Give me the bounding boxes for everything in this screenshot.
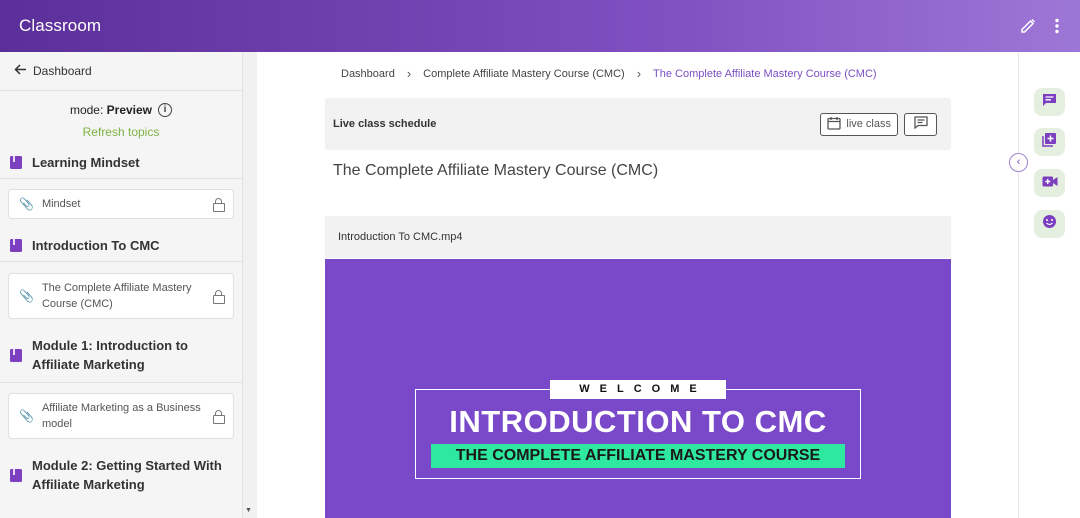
add-note-button[interactable] — [1034, 128, 1065, 156]
add-note-icon — [1042, 132, 1057, 152]
sidebar-lesson-affiliate-business-model[interactable]: 📎 Affiliate Marketing as a Business mode… — [8, 393, 234, 439]
video-welcome-label: WELCOME — [550, 380, 726, 399]
live-class-schedule-bar: Live class schedule live class — [325, 98, 951, 150]
app-header: Classroom — [0, 0, 1080, 52]
section-label: Learning Mindset — [32, 155, 140, 170]
emoji-button[interactable] — [1034, 210, 1065, 238]
sidebar-section-module-1[interactable]: Module 1: Introduction to Affiliate Mark… — [0, 319, 242, 383]
lesson-label: Affiliate Marketing as a Business model — [41, 402, 201, 430]
lock-icon — [213, 198, 225, 212]
chat-button[interactable] — [1034, 88, 1065, 116]
mode-label: mode: — [69, 103, 104, 117]
app-title: Classroom — [19, 16, 102, 35]
attachment-icon: 📎 — [19, 289, 34, 303]
mode-indicator: mode: Preview i — [0, 91, 242, 125]
more-options-icon[interactable] — [1054, 18, 1060, 34]
video-title-text: INTRODUCTION TO CMC — [449, 404, 827, 439]
chat-icon — [1042, 93, 1057, 112]
sidebar-scrollbar[interactable] — [243, 52, 257, 518]
course-title: The Complete Affiliate Mastery Course (C… — [333, 162, 659, 179]
video-subtitle-band: THE COMPLETE AFFILIATE MASTERY COURSE — [431, 444, 845, 468]
video-call-button[interactable] — [1034, 169, 1065, 197]
scroll-down-arrow-icon[interactable]: ▼ — [245, 507, 252, 514]
info-icon[interactable]: i — [158, 103, 173, 117]
calendar-icon — [827, 116, 842, 133]
refresh-topics-link[interactable]: Refresh topics — [0, 125, 242, 147]
video-call-icon — [1042, 174, 1058, 192]
section-label: Module 2: Getting Started With Affiliate… — [32, 458, 222, 492]
book-icon — [10, 349, 22, 362]
lock-icon — [213, 290, 225, 304]
back-to-dashboard[interactable]: Dashboard — [0, 52, 242, 91]
video-filename: Introduction To CMC.mp4 — [325, 216, 951, 258]
breadcrumb-dashboard[interactable]: Dashboard — [341, 68, 395, 80]
message-icon — [913, 116, 928, 132]
message-button[interactable] — [904, 112, 937, 136]
sidebar-lesson-complete-affiliate-mastery[interactable]: 📎 The Complete Affiliate Mastery Course … — [8, 273, 234, 319]
live-class-button[interactable]: live class — [820, 112, 898, 136]
mode-value: Preview — [106, 103, 153, 117]
book-icon — [10, 239, 22, 252]
sidebar-section-introduction-to-cmc[interactable]: Introduction To CMC — [0, 219, 242, 262]
breadcrumb-current: The Complete Affiliate Mastery Course (C… — [653, 67, 877, 80]
emoji-icon — [1042, 214, 1057, 234]
lock-icon — [213, 410, 225, 424]
breadcrumb-course[interactable]: Complete Affiliate Mastery Course (CMC) — [423, 68, 625, 80]
arrow-left-icon — [14, 64, 27, 78]
book-icon — [10, 156, 22, 169]
sidebar-section-learning-mindset[interactable]: Learning Mindset — [0, 147, 242, 179]
chevron-right-icon: › — [636, 66, 642, 81]
breadcrumb: Dashboard › Complete Affiliate Mastery C… — [341, 66, 877, 81]
edit-icon[interactable] — [1020, 18, 1036, 34]
video-player[interactable]: WELCOME INTRODUCTION TO CMC THE COMPLETE… — [325, 259, 951, 518]
sidebar-section-module-2[interactable]: Module 2: Getting Started With Affiliate… — [0, 439, 242, 499]
lesson-label: Mindset — [41, 198, 81, 210]
attachment-icon: 📎 — [19, 197, 34, 211]
main-content: Dashboard › Complete Affiliate Mastery C… — [257, 52, 1018, 518]
sidebar-lesson-mindset[interactable]: 📎 Mindset — [8, 189, 234, 219]
right-rail — [1018, 52, 1080, 518]
collapse-panel-button[interactable]: ‹ — [1009, 153, 1028, 172]
lesson-label: The Complete Affiliate Mastery Course (C… — [41, 282, 192, 310]
book-icon — [10, 469, 22, 482]
schedule-label: Live class schedule — [333, 118, 437, 130]
live-class-label: live class — [846, 118, 891, 130]
chevron-right-icon: › — [406, 66, 412, 81]
back-label: Dashboard — [33, 64, 92, 78]
section-label: Module 1: Introduction to Affiliate Mark… — [32, 338, 188, 372]
course-sidebar: Dashboard mode: Preview i Refresh topics… — [0, 52, 243, 518]
attachment-icon: 📎 — [19, 409, 34, 423]
section-label: Introduction To CMC — [32, 238, 160, 253]
